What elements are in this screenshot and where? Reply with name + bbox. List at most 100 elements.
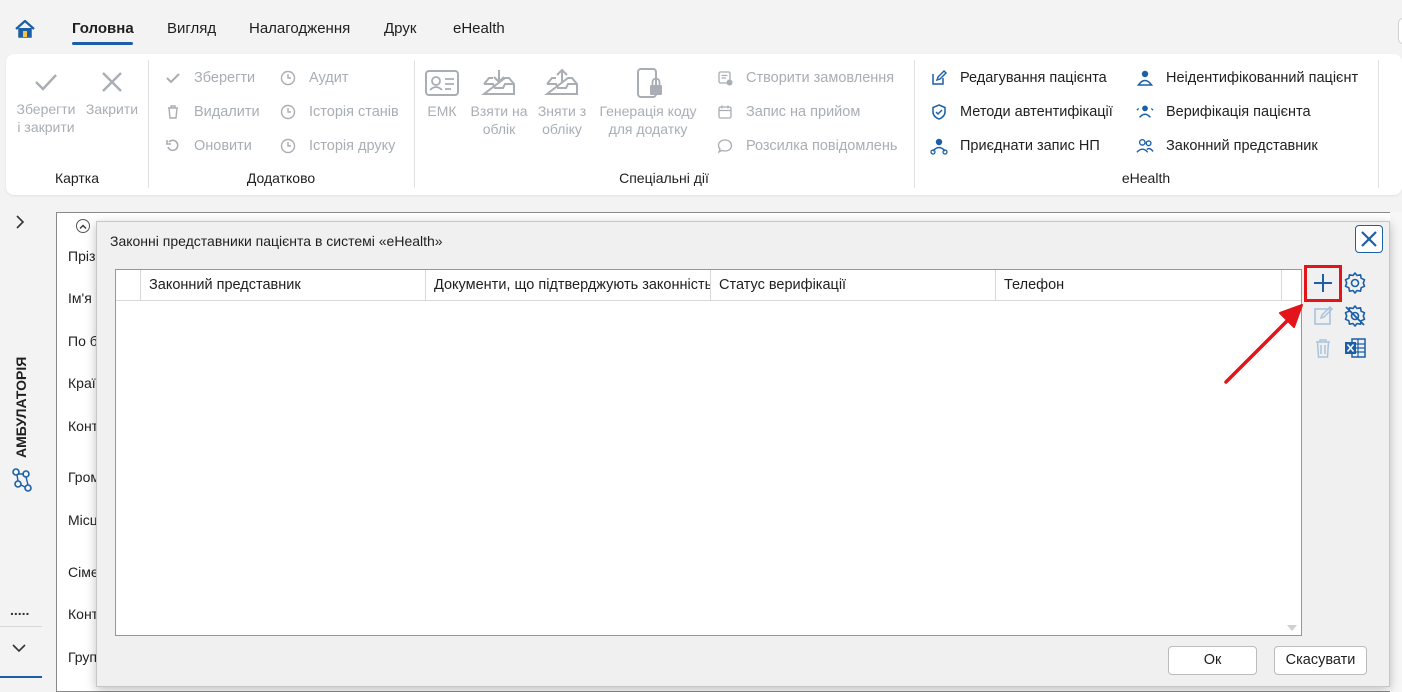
cancel-button[interactable]: Скасувати [1274, 646, 1367, 675]
edit-representative-button[interactable] [1310, 303, 1336, 329]
mailing-label: Розсилка повідомлень [746, 138, 898, 154]
create-order-button[interactable]: Створити замовлення [716, 68, 894, 88]
unidentified-patient-button[interactable]: Неідентифікованний пацієнт [1136, 68, 1358, 88]
form-label: Конт [68, 606, 99, 622]
refresh-button[interactable]: Оновити [164, 136, 252, 156]
table-header: Законний представник Документи, що підтв… [116, 270, 1301, 301]
status-history-button[interactable]: Історія станів [279, 102, 399, 122]
tab-print[interactable]: Друк [384, 20, 416, 37]
sidebar-active-indicator [0, 676, 42, 678]
ribbon-separator [148, 60, 149, 188]
top-nav: Головна Вигляд Налагодження Друк eHealth [0, 0, 1402, 52]
print-history-button[interactable]: Історія друку [279, 136, 395, 156]
tab-view[interactable]: Вигляд [167, 20, 216, 37]
remove-from-record-button[interactable]: Зняти з обліку [532, 68, 592, 138]
close-icon [1361, 231, 1377, 247]
take-on-record-button[interactable]: Взяти на облік [466, 68, 532, 138]
close-label: Закрити [85, 101, 139, 117]
tab-settings[interactable]: Налагодження [249, 20, 350, 37]
tab-home[interactable]: Головна [72, 20, 134, 37]
form-label: Сіме [68, 564, 99, 580]
column-header-verification-status[interactable]: Статус верифікації [711, 270, 996, 301]
delete-label: Видалити [194, 104, 260, 120]
gear-icon [1344, 272, 1366, 294]
home-icon[interactable] [14, 18, 36, 40]
clock-icon [279, 103, 297, 121]
sidebar-divider [0, 626, 42, 627]
remove-from-record-label-2: обліку [542, 121, 582, 137]
column-header-representative[interactable]: Законний представник [141, 270, 426, 301]
order-icon [716, 69, 734, 87]
generate-app-code-button[interactable]: Генерація коду для додатку [592, 68, 704, 138]
excel-icon [1345, 338, 1366, 358]
emk-label: ЕМК [427, 103, 457, 119]
sidebar-section-ambulatory[interactable]: АМБУЛАТОРІЯ [4, 340, 40, 500]
ribbon-separator [414, 60, 415, 188]
user-verify-icon [1136, 103, 1154, 121]
save-and-close-button[interactable]: Зберегти і закрити [10, 68, 82, 136]
collapse-chevron-up-icon[interactable] [76, 219, 90, 233]
ok-button[interactable]: Ок [1168, 646, 1257, 675]
take-on-record-label-1: Взяти на [470, 103, 528, 119]
refresh-label: Оновити [194, 138, 252, 154]
expand-sidebar-chevron-icon[interactable] [15, 215, 25, 234]
trash-icon [1316, 339, 1330, 358]
scroll-down-arrow-icon[interactable] [1287, 625, 1297, 631]
generate-app-code-label-1: Генерація коду [599, 103, 697, 119]
clock-icon [279, 69, 297, 87]
appointment-label: Запис на прийом [746, 104, 861, 120]
form-label: Пріз [68, 248, 96, 264]
close-icon [102, 72, 122, 92]
ribbon-separator [1378, 60, 1379, 188]
edit-patient-label: Редагування пацієнта [960, 70, 1107, 86]
attach-record-button[interactable]: Приєднати запис НП [930, 136, 1100, 156]
audit-button[interactable]: Аудит [279, 68, 348, 88]
save-button[interactable]: Зберегти [164, 68, 255, 88]
save-label: Зберегти [194, 70, 256, 86]
reset-settings-button[interactable] [1342, 303, 1368, 329]
chevron-down-icon[interactable] [12, 640, 26, 656]
dialog-close-button[interactable] [1355, 225, 1383, 253]
group-label-ehealth: eHealth [1121, 170, 1171, 186]
emk-button[interactable]: ЕМК [420, 68, 464, 120]
group-label-dodatkovo: Додатково [246, 170, 316, 186]
auth-methods-button[interactable]: Методи автентифікації [930, 102, 1113, 122]
user-unknown-icon [1136, 69, 1154, 87]
delete-button[interactable]: Видалити [164, 102, 260, 122]
edit-patient-button[interactable]: Редагування пацієнта [930, 68, 1107, 88]
tab-ehealth[interactable]: eHealth [453, 20, 505, 37]
top-right-control[interactable] [1398, 18, 1402, 44]
ribbon-separator [914, 60, 915, 188]
gear-off-icon [1344, 305, 1366, 327]
mailing-button[interactable]: Розсилка повідомлень [716, 136, 897, 156]
form-label: Груп [68, 649, 98, 665]
group-label-kartka: Картка [54, 170, 100, 186]
attach-record-label: Приєднати запис НП [960, 138, 1100, 154]
table-settings-button[interactable] [1342, 270, 1368, 296]
form-label: Місц [68, 512, 98, 528]
column-header-filler [1282, 270, 1301, 301]
take-on-record-label-2: облік [482, 121, 516, 137]
users-icon [1136, 137, 1154, 155]
shield-check-icon [930, 103, 948, 121]
create-order-label: Створити замовлення [746, 70, 895, 86]
generate-app-code-label-2: для додатку [608, 121, 688, 137]
edit-icon [1314, 305, 1334, 325]
appointment-button[interactable]: Запис на прийом [716, 102, 860, 122]
delete-representative-button[interactable] [1310, 335, 1336, 361]
undo-icon [164, 137, 182, 155]
legal-representative-button[interactable]: Законний представник [1136, 136, 1318, 156]
column-header-documents[interactable]: Документи, що підтверджують законність [426, 270, 711, 301]
group-label-special: Спеціальні дії [619, 170, 709, 186]
form-label: По б [68, 333, 98, 349]
representatives-table[interactable]: Законний представник Документи, що підтв… [115, 269, 1302, 636]
dialog-title: Законні представники пацієнта в системі … [110, 233, 443, 249]
inbox-upload-icon [544, 68, 578, 95]
export-excel-button[interactable] [1342, 335, 1368, 361]
patient-verification-button[interactable]: Верифікація пацієнта [1136, 102, 1311, 122]
chat-bubble-icon [716, 137, 734, 155]
sidebar-more-dots[interactable]: ..... [10, 602, 29, 618]
sidebar-vertical-label: АМБУЛАТОРІЯ [13, 357, 29, 458]
close-button[interactable]: Закрити [82, 68, 142, 118]
column-header-phone[interactable]: Телефон [996, 270, 1282, 301]
